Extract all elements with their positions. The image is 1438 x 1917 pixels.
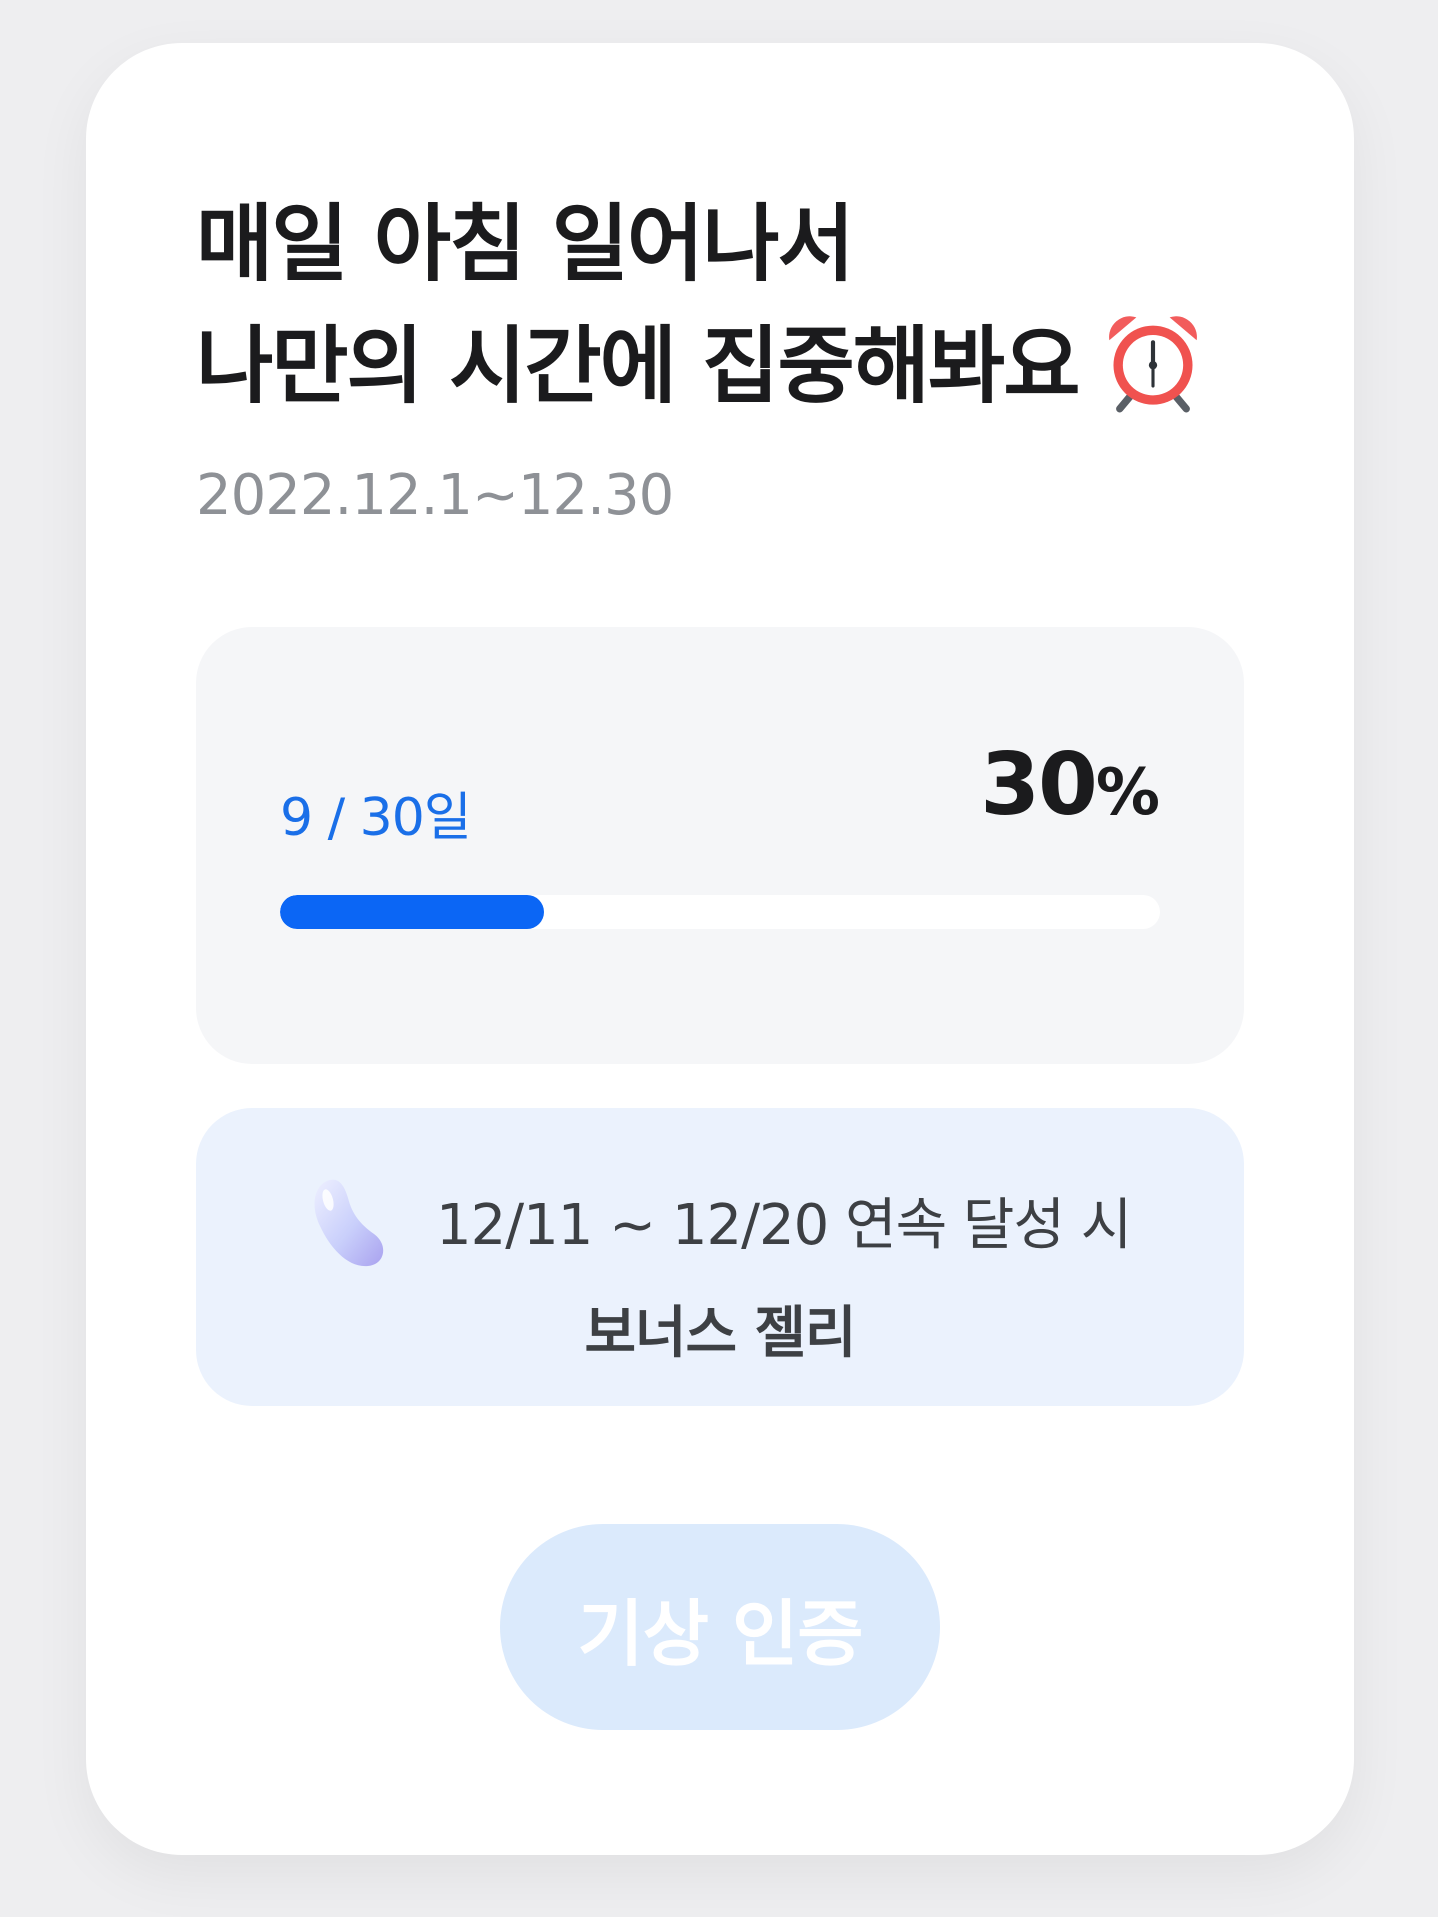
bonus-reward: 보너스 젤리 <box>584 1301 856 1366</box>
title-line-2: 나만의 시간에 집중해봐요 <box>196 317 1081 415</box>
title-line-2-wrap: 나만의 시간에 집중해봐요 <box>196 305 1205 427</box>
jelly-icon <box>314 1179 384 1267</box>
progress-panel: 9 / 30일 30% <box>196 627 1244 1064</box>
challenge-card: 매일 아침 일어나서 나만의 시간에 집중해봐요 2022.12.1~12.30… <box>86 43 1354 1855</box>
progress-track <box>280 895 1160 929</box>
wake-up-verify-button[interactable]: 기상 인증 <box>500 1524 940 1730</box>
challenge-title: 매일 아침 일어나서 나만의 시간에 집중해봐요 <box>196 183 1205 427</box>
percent-label: 30% <box>980 735 1160 835</box>
date-range: 2022.12.1~12.30 <box>196 463 674 528</box>
bonus-condition: 12/11 ~ 12/20 연속 달성 시 <box>436 1193 1132 1258</box>
percent-value: 30 <box>980 735 1098 835</box>
progress-fill <box>280 895 544 929</box>
title-line-1: 매일 아침 일어나서 <box>196 195 855 293</box>
bonus-panel: 12/11 ~ 12/20 연속 달성 시 보너스 젤리 <box>196 1108 1244 1406</box>
percent-sign: % <box>1095 756 1160 830</box>
alarm-clock-icon <box>1108 316 1197 413</box>
days-progress-label: 9 / 30일 <box>280 788 472 848</box>
